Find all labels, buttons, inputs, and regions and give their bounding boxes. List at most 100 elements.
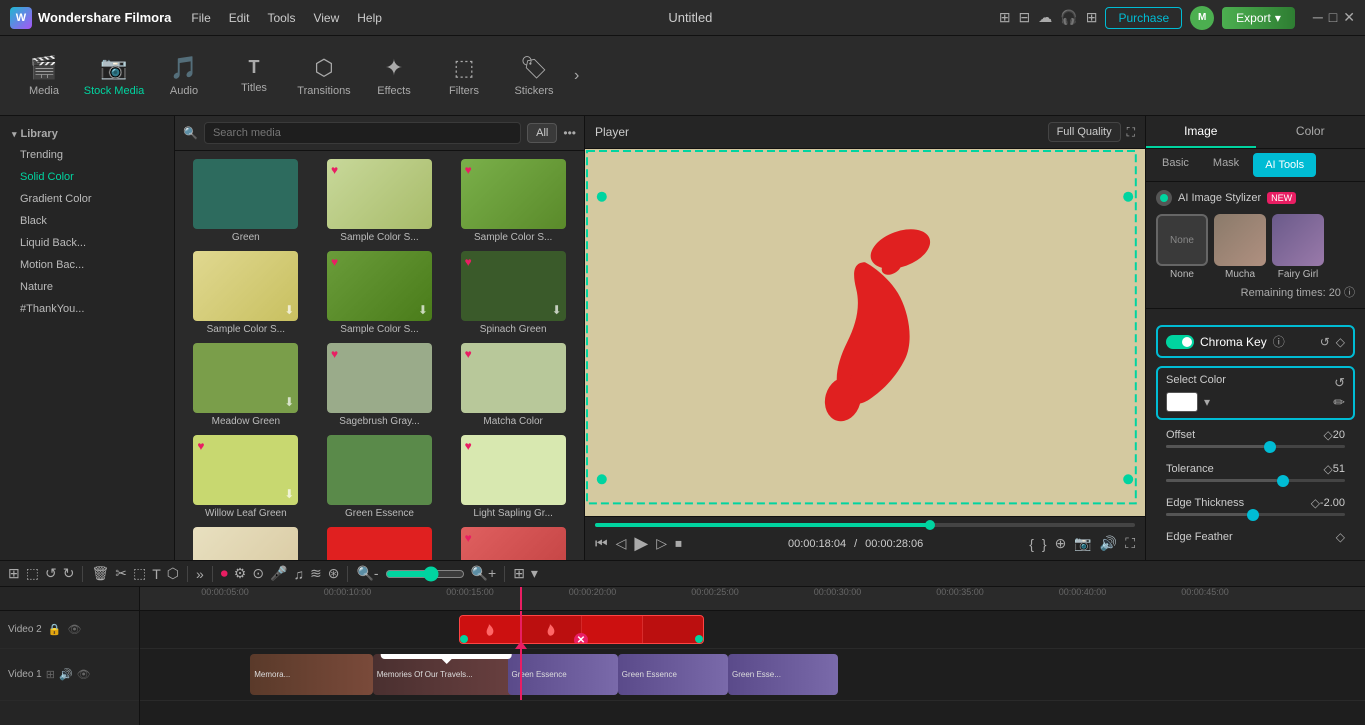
mark-out-icon[interactable]: } — [1042, 536, 1047, 552]
sub-tab-basic[interactable]: Basic — [1152, 153, 1199, 177]
tool-filters[interactable]: ⬚ Filters — [430, 40, 498, 112]
music-icon[interactable]: ♫ — [294, 566, 305, 582]
sidebar-item-thankyou[interactable]: #ThankYou... — [0, 298, 174, 320]
grid-icon[interactable]: ⊞ — [1086, 9, 1098, 26]
sidebar-item-solid-color[interactable]: Solid Color — [0, 166, 174, 188]
eyedropper-icon[interactable]: ✏ — [1333, 394, 1345, 411]
track-expand-icon[interactable]: ▾ — [531, 565, 538, 582]
offset-slider-track[interactable] — [1166, 445, 1345, 448]
edge-thickness-slider-thumb[interactable] — [1247, 509, 1259, 521]
all-filter-button[interactable]: All — [527, 123, 557, 143]
list-item[interactable]: ♥ ⬇ Sample Color S... — [313, 247, 447, 339]
tolerance-reset-icon[interactable]: ◇ — [1324, 462, 1333, 476]
tool-transitions[interactable]: ⬡ Transitions — [290, 40, 358, 112]
ai-style-fairy-girl[interactable]: Fairy Girl — [1272, 214, 1324, 280]
more-options-icon[interactable]: ••• — [563, 126, 576, 140]
sidebar-item-liquid-back[interactable]: Liquid Back... — [0, 232, 174, 254]
chroma-key-reset-icon[interactable]: ↺ — [1320, 335, 1330, 349]
edge-feather-reset-icon[interactable]: ◇ — [1336, 530, 1345, 544]
export-button[interactable]: Export ▾ — [1222, 7, 1295, 29]
grid-options-icon[interactable]: ⊞ — [513, 565, 525, 582]
ai-style-none[interactable]: None None — [1156, 214, 1208, 280]
progress-bar[interactable] — [595, 523, 1135, 527]
select-color-reset-icon[interactable]: ↺ — [1334, 375, 1345, 391]
sidebar-item-nature[interactable]: Nature — [0, 276, 174, 298]
clip-icon[interactable]: ⊙ — [252, 565, 264, 582]
frame-forward-icon[interactable]: ▷ — [656, 535, 667, 552]
clip-green1[interactable]: Green Essence — [508, 654, 618, 695]
expand-icon[interactable]: ⛶ — [1127, 125, 1135, 140]
add-to-timeline-icon[interactable]: ⊕ — [1055, 535, 1067, 552]
track2-eye-icon[interactable]: 👁 — [67, 623, 81, 636]
quality-select[interactable]: Full Quality — [1048, 122, 1121, 142]
tolerance-slider-track[interactable] — [1166, 479, 1345, 482]
tool-stickers[interactable]: 🏷 Stickers — [500, 40, 568, 112]
list-item[interactable]: ♥ Sample Color S... — [313, 155, 447, 247]
filter2-icon[interactable]: ≋ — [310, 565, 322, 582]
restore-icon[interactable]: ⊞ — [999, 9, 1011, 26]
color-dropdown-icon[interactable]: ▾ — [1204, 395, 1210, 409]
cloud-icon[interactable]: ☁ — [1038, 9, 1052, 26]
list-item[interactable]: ⬇ Sample Color S... — [179, 247, 313, 339]
list-item[interactable]: ♥ Matcha Color — [446, 339, 580, 431]
sidebar-item-gradient-color[interactable]: Gradient Color — [0, 188, 174, 210]
chroma-key-toggle[interactable]: Chroma Key ⓘ — [1166, 333, 1285, 350]
list-item[interactable]: ⬇ Meadow Green — [179, 339, 313, 431]
volume-icon[interactable]: 🔊 — [1100, 535, 1117, 552]
track1-audio-icon[interactable]: 🔊 — [59, 668, 73, 681]
list-item[interactable]: Green — [179, 155, 313, 247]
menu-file[interactable]: File — [191, 11, 210, 25]
toolbar-expand-icon[interactable]: › — [570, 67, 583, 85]
transform-icon[interactable]: ⬡ — [167, 565, 179, 582]
stop-icon[interactable]: ⏹ — [675, 535, 682, 552]
list-item[interactable]: ♥ Sample Color S... — [446, 155, 580, 247]
tool-audio[interactable]: 🎵 Audio — [150, 40, 218, 112]
clip-memorabilia[interactable]: Memora... — [250, 654, 373, 695]
zoom-out-icon[interactable]: 🔍- — [356, 565, 378, 582]
chroma-key-info-icon[interactable]: ⓘ — [1273, 333, 1285, 350]
record-icon[interactable]: ⏺ — [221, 565, 228, 582]
list-item[interactable]: Green Essence — [313, 431, 447, 523]
list-item[interactable]: ⬇ Red — [313, 523, 447, 560]
sidebar-item-trending[interactable]: Trending — [0, 144, 174, 166]
clip-green2[interactable]: Green Essence — [618, 654, 728, 695]
list-item[interactable]: ♥ Sagebrush Gray... — [313, 339, 447, 431]
menu-edit[interactable]: Edit — [229, 11, 250, 25]
purchase-button[interactable]: Purchase — [1105, 7, 1182, 29]
tool-titles[interactable]: T Titles — [220, 40, 288, 112]
list-item[interactable]: ♥ ⬇ Spinach Green — [446, 247, 580, 339]
color-swatch[interactable] — [1166, 392, 1198, 412]
list-item[interactable]: ♥ ⬇ Willow Leaf Green — [179, 431, 313, 523]
menu-help[interactable]: Help — [357, 11, 382, 25]
ai-toggle[interactable] — [1156, 190, 1172, 206]
offset-reset-icon[interactable]: ◇ — [1324, 428, 1333, 442]
list-item[interactable]: ♥ Sample Color S... — [446, 523, 580, 560]
edge-thickness-slider-track[interactable] — [1166, 513, 1345, 516]
info-icon[interactable]: ⓘ — [1344, 287, 1355, 299]
close-icon[interactable]: ✕ — [1343, 9, 1355, 26]
sidebar-item-black[interactable]: Black — [0, 210, 174, 232]
chroma-key-switch[interactable] — [1166, 335, 1194, 349]
snapshot-icon[interactable]: 📷 — [1074, 535, 1091, 552]
delete-icon[interactable]: 🗑 — [91, 565, 109, 582]
sidebar-item-motion-back[interactable]: Motion Bac... — [0, 254, 174, 276]
more-tools-icon[interactable]: » — [196, 566, 204, 582]
headset-icon[interactable]: 🎧 — [1060, 9, 1077, 26]
fullscreen-icon[interactable]: ⛶ — [1125, 535, 1135, 552]
tool-stock-media[interactable]: 📷 Stock Media — [80, 40, 148, 112]
ai-style-mucha[interactable]: Mucha — [1214, 214, 1266, 280]
cut-icon[interactable]: ✂ — [115, 565, 127, 582]
menu-view[interactable]: View — [313, 11, 339, 25]
chroma-key-settings-icon[interactable]: ◇ — [1336, 335, 1345, 349]
list-item[interactable]: Sample Color $... — [179, 523, 313, 560]
tool-effects[interactable]: ✦ Effects — [360, 40, 428, 112]
mic-icon[interactable]: 🎤 — [270, 565, 287, 582]
search-input[interactable] — [204, 122, 521, 144]
marker-icon[interactable]: ⊛ — [328, 565, 340, 582]
tolerance-slider-thumb[interactable] — [1277, 475, 1289, 487]
settings-icon[interactable]: ⚙ — [234, 565, 247, 582]
track1-add-icon[interactable]: ⊞ — [46, 668, 55, 681]
text-icon[interactable]: T — [152, 566, 161, 582]
undo-icon[interactable]: ↺ — [45, 565, 57, 582]
maximize-icon[interactable]: □ — [1329, 9, 1337, 26]
